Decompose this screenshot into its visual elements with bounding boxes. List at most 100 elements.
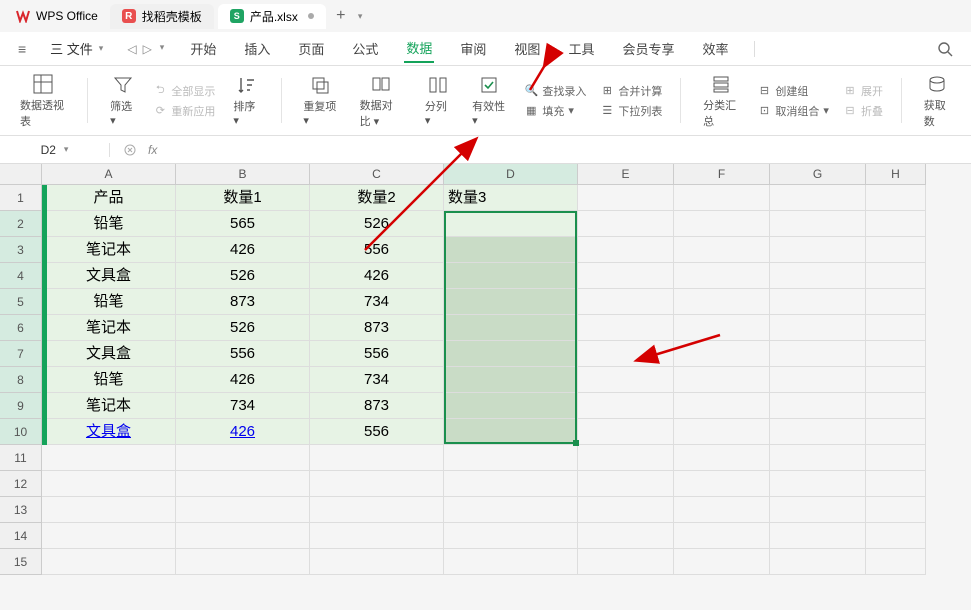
row-header[interactable]: 4	[0, 263, 42, 289]
cell[interactable]	[444, 393, 578, 419]
cell[interactable]	[444, 211, 578, 237]
cell[interactable]	[42, 445, 176, 471]
cell[interactable]	[176, 523, 310, 549]
cell[interactable]	[444, 523, 578, 549]
ribbon-compare[interactable]: 数据对比 ▾	[356, 72, 407, 129]
cell[interactable]: 笔记本	[42, 315, 176, 341]
row-header[interactable]: 6	[0, 315, 42, 341]
cell[interactable]: 铅笔	[42, 367, 176, 393]
cell[interactable]	[444, 263, 578, 289]
cell[interactable]	[310, 497, 444, 523]
dropdown-list-button[interactable]: ☰下拉列表	[600, 103, 662, 119]
cell[interactable]	[866, 497, 926, 523]
back-icon[interactable]: ◁	[127, 42, 136, 56]
row-header[interactable]: 1	[0, 185, 42, 211]
cell[interactable]: 铅笔	[42, 211, 176, 237]
cell[interactable]	[578, 497, 674, 523]
cell[interactable]	[770, 185, 866, 211]
menu-page[interactable]: 页面	[296, 35, 326, 62]
cancel-icon[interactable]	[124, 144, 136, 156]
cell[interactable]	[674, 341, 770, 367]
row-header[interactable]: 3	[0, 237, 42, 263]
cell[interactable]: 734	[176, 393, 310, 419]
cell[interactable]: 873	[310, 315, 444, 341]
ribbon-duplicates[interactable]: 重复项 ▾	[299, 72, 341, 129]
cell[interactable]	[176, 497, 310, 523]
cell[interactable]	[770, 341, 866, 367]
cell[interactable]	[578, 237, 674, 263]
menu-formula[interactable]: 公式	[350, 35, 380, 62]
cell[interactable]: 556	[310, 237, 444, 263]
collapse-button[interactable]: ⊟折叠	[843, 103, 883, 119]
cell[interactable]	[176, 549, 310, 575]
cell[interactable]: 556	[176, 341, 310, 367]
cell[interactable]: 873	[176, 289, 310, 315]
menu-insert[interactable]: 插入	[242, 35, 272, 62]
cell[interactable]: 产品	[42, 185, 176, 211]
cell[interactable]	[770, 315, 866, 341]
row-header[interactable]: 14	[0, 523, 42, 549]
cell[interactable]	[770, 549, 866, 575]
new-tab-button[interactable]: +	[330, 5, 352, 27]
cell[interactable]	[444, 289, 578, 315]
cell[interactable]	[444, 549, 578, 575]
cell[interactable]	[578, 341, 674, 367]
cell[interactable]	[866, 445, 926, 471]
cell[interactable]: 文具盒	[42, 341, 176, 367]
cell[interactable]	[42, 497, 176, 523]
cell[interactable]	[866, 263, 926, 289]
cell[interactable]: 数量1	[176, 185, 310, 211]
row-header[interactable]: 2	[0, 211, 42, 237]
cell[interactable]	[578, 445, 674, 471]
cell[interactable]	[578, 185, 674, 211]
cell[interactable]	[770, 445, 866, 471]
cell[interactable]	[444, 315, 578, 341]
menu-member[interactable]: 会员专享	[620, 35, 676, 62]
cell[interactable]	[444, 419, 578, 445]
cell[interactable]	[674, 471, 770, 497]
cell[interactable]	[42, 549, 176, 575]
row-header[interactable]: 13	[0, 497, 42, 523]
cell[interactable]	[578, 367, 674, 393]
merge-calc-button[interactable]: ⊞合并计算	[600, 83, 662, 99]
cell[interactable]	[42, 523, 176, 549]
forward-icon[interactable]: ▷	[143, 42, 152, 56]
cell[interactable]	[578, 289, 674, 315]
menu-view[interactable]: 视图	[512, 35, 542, 62]
file-menu[interactable]: 三 文件 ▾	[50, 39, 103, 58]
show-all-button[interactable]: ⮌全部显示	[153, 83, 215, 99]
cell[interactable]	[310, 549, 444, 575]
fill-handle[interactable]	[573, 440, 579, 446]
ribbon-split[interactable]: 分列 ▾	[421, 72, 454, 129]
tab-template[interactable]: R 找稻壳模板	[110, 4, 214, 29]
col-header-B[interactable]: B	[176, 164, 310, 185]
ribbon-validation[interactable]: 有效性 ▾	[468, 72, 510, 129]
cell[interactable]	[866, 211, 926, 237]
cell[interactable]	[310, 445, 444, 471]
cell[interactable]	[674, 237, 770, 263]
ribbon-filter[interactable]: 筛选 ▾	[106, 72, 139, 129]
fill-button[interactable]: ▦填充 ▾	[524, 103, 586, 119]
cell[interactable]: 426	[310, 263, 444, 289]
row-header[interactable]: 11	[0, 445, 42, 471]
cell[interactable]	[444, 341, 578, 367]
cell[interactable]: 526	[310, 211, 444, 237]
cell[interactable]: 556	[310, 419, 444, 445]
cell[interactable]	[674, 497, 770, 523]
cell[interactable]	[578, 393, 674, 419]
cell[interactable]	[444, 497, 578, 523]
cell[interactable]	[578, 523, 674, 549]
ribbon-pivot-table[interactable]: 数据透视表	[16, 72, 69, 129]
row-header[interactable]: 12	[0, 471, 42, 497]
chevron-down-icon[interactable]: ▾	[160, 42, 165, 56]
cell[interactable]	[770, 289, 866, 315]
select-all-corner[interactable]	[0, 164, 42, 185]
ribbon-subtotal[interactable]: 分类汇总	[699, 72, 743, 129]
cell[interactable]	[674, 523, 770, 549]
cell[interactable]	[770, 497, 866, 523]
menu-efficiency[interactable]: 效率	[700, 35, 730, 62]
app-logo-area[interactable]: WPS Office	[8, 9, 106, 23]
row-header[interactable]: 5	[0, 289, 42, 315]
cell[interactable]	[866, 393, 926, 419]
cell[interactable]	[770, 471, 866, 497]
